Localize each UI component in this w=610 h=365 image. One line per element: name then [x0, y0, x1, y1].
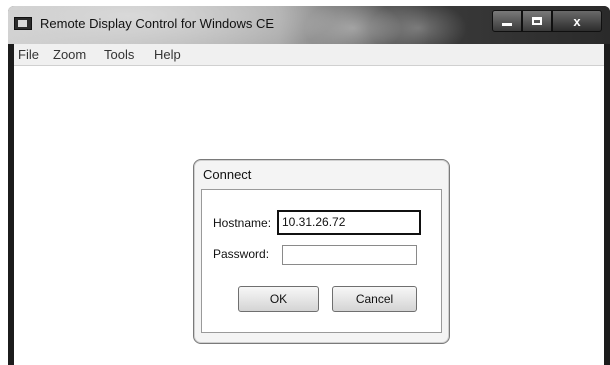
dialog-title: Connect [203, 167, 252, 182]
hostname-input[interactable]: 10.31.26.72 [277, 210, 421, 235]
minimize-icon [502, 22, 512, 26]
menu-zoom[interactable]: Zoom [53, 47, 86, 62]
password-label: Password: [213, 247, 270, 261]
password-input[interactable] [282, 245, 417, 265]
close-button[interactable]: x [552, 10, 602, 32]
dialog-panel: Hostname: 10.31.26.72 Password: OK Cance… [201, 189, 442, 333]
maximize-icon [532, 17, 542, 25]
remote-display-area[interactable]: Connect Hostname: 10.31.26.72 Password: … [14, 66, 604, 365]
menu-tools[interactable]: Tools [104, 47, 134, 62]
app-window: Remote Display Control for Windows CE x … [8, 6, 610, 365]
cancel-button[interactable]: Cancel [332, 286, 417, 312]
menu-bar: File Zoom Tools Help [14, 44, 604, 66]
minimize-button[interactable] [492, 10, 522, 32]
menu-file[interactable]: File [18, 47, 39, 62]
window-title: Remote Display Control for Windows CE [40, 16, 275, 31]
menu-help[interactable]: Help [154, 47, 181, 62]
title-bar[interactable]: Remote Display Control for Windows CE x [8, 6, 610, 44]
ok-button[interactable]: OK [238, 286, 319, 312]
connect-dialog: Connect Hostname: 10.31.26.72 Password: … [193, 159, 450, 344]
close-icon: x [573, 13, 581, 29]
hostname-label: Hostname: [213, 216, 272, 230]
app-window-icon[interactable] [14, 17, 32, 30]
maximize-button[interactable] [522, 10, 552, 32]
